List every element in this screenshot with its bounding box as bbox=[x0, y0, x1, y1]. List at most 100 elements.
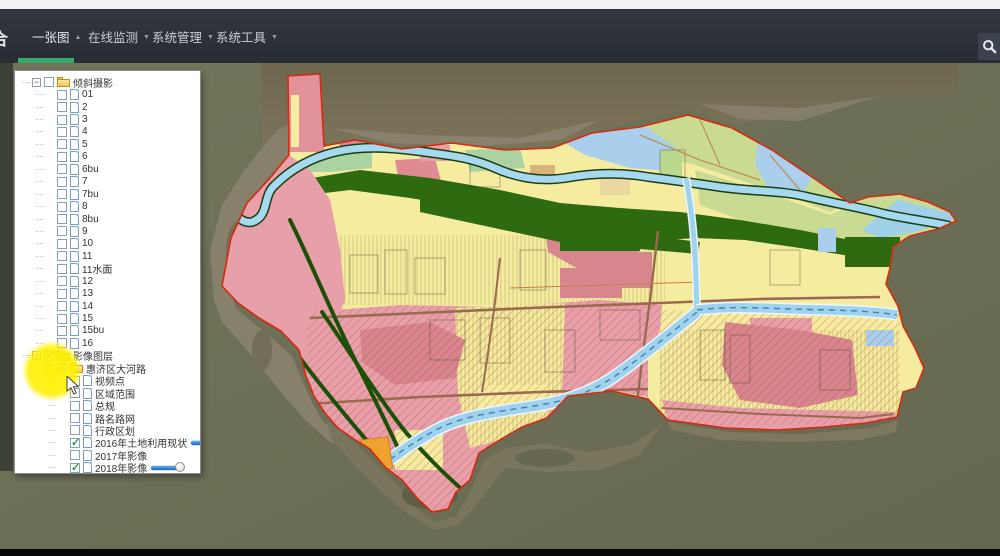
checkbox-unchecked[interactable] bbox=[57, 189, 67, 199]
checkbox-unchecked[interactable] bbox=[70, 413, 80, 423]
tree-node-11[interactable]: 8bu bbox=[15, 213, 200, 225]
tree-connector bbox=[49, 467, 56, 468]
checkbox-unchecked[interactable] bbox=[70, 401, 80, 411]
checkbox-unchecked[interactable] bbox=[57, 338, 67, 348]
layer-tree-panel: −倾斜摄影01234566bu77bu88bu9101111水面12131415… bbox=[14, 70, 201, 474]
layer-file-icon bbox=[70, 189, 79, 200]
expand-toggle-icon[interactable]: − bbox=[45, 364, 54, 373]
checkbox-unchecked[interactable] bbox=[57, 314, 67, 324]
checkbox-unchecked[interactable] bbox=[57, 289, 67, 299]
tree-node-6[interactable]: 6 bbox=[15, 151, 200, 163]
menu-item-0[interactable]: 一张图▲ bbox=[32, 9, 81, 63]
checkbox-unchecked[interactable] bbox=[57, 102, 67, 112]
checkbox-checked[interactable] bbox=[70, 438, 80, 448]
tree-node-17[interactable]: 13 bbox=[15, 287, 200, 299]
checkbox-checked[interactable] bbox=[70, 463, 80, 473]
checkbox-unchecked[interactable] bbox=[57, 139, 67, 149]
checkbox-unchecked[interactable] bbox=[57, 251, 67, 261]
tree-node-20[interactable]: 15bu bbox=[15, 325, 200, 337]
checkbox-unchecked[interactable] bbox=[44, 77, 54, 87]
checkbox-unchecked[interactable] bbox=[57, 127, 67, 137]
checkbox-checked[interactable] bbox=[44, 351, 54, 361]
checkbox-unchecked[interactable] bbox=[57, 164, 67, 174]
checkbox-unchecked[interactable] bbox=[70, 450, 80, 460]
folder-icon bbox=[70, 363, 83, 373]
opacity-slider[interactable] bbox=[191, 438, 201, 447]
tree-connector bbox=[36, 293, 43, 294]
checkbox-unchecked[interactable] bbox=[57, 115, 67, 125]
checkbox-unchecked[interactable] bbox=[57, 214, 67, 224]
logo-partial-text: 合 bbox=[0, 25, 13, 50]
folder-icon bbox=[57, 77, 70, 87]
tree-node-3[interactable]: 3 bbox=[15, 113, 200, 125]
checkbox-unchecked[interactable] bbox=[57, 264, 67, 274]
checkbox-unchecked[interactable] bbox=[70, 425, 80, 435]
tree-node-label: 2 bbox=[82, 102, 88, 113]
checkbox-unchecked[interactable] bbox=[57, 301, 67, 311]
layer-file-icon bbox=[83, 450, 92, 461]
tree-node-7[interactable]: 6bu bbox=[15, 163, 200, 175]
tree-connector bbox=[36, 206, 43, 207]
slider-handle[interactable] bbox=[175, 462, 185, 472]
checkbox-unchecked[interactable] bbox=[70, 376, 80, 386]
chevron-down-icon: ▼ bbox=[143, 34, 150, 41]
tree-node-label: 7 bbox=[82, 176, 88, 187]
checkbox-unchecked[interactable] bbox=[57, 326, 67, 336]
checkbox-unchecked[interactable] bbox=[57, 177, 67, 187]
checkbox-unchecked[interactable] bbox=[57, 226, 67, 236]
checkbox-checked[interactable] bbox=[57, 363, 67, 373]
tree-connector bbox=[36, 107, 43, 108]
tree-connector bbox=[36, 231, 43, 232]
layer-file-icon bbox=[70, 114, 79, 125]
tree-connector bbox=[36, 368, 43, 369]
tree-node-19[interactable]: 15 bbox=[15, 312, 200, 324]
tree-node-label: 16 bbox=[82, 338, 93, 349]
tree-node-9[interactable]: 7bu bbox=[15, 188, 200, 200]
checkbox-unchecked[interactable] bbox=[70, 388, 80, 398]
tree-node-31[interactable]: 2018年影像 bbox=[15, 462, 200, 474]
tree-node-8[interactable]: 7 bbox=[15, 176, 200, 188]
checkbox-unchecked[interactable] bbox=[57, 90, 67, 100]
tree-node-4[interactable]: 4 bbox=[15, 126, 200, 138]
search-button[interactable] bbox=[978, 33, 1000, 60]
checkbox-unchecked[interactable] bbox=[57, 202, 67, 212]
expand-toggle-icon[interactable]: − bbox=[32, 78, 41, 87]
tree-connector bbox=[49, 442, 56, 443]
map-left-shade bbox=[0, 63, 13, 471]
menu-item-3[interactable]: 系统工具▼ bbox=[216, 9, 278, 63]
tree-node-1[interactable]: 01 bbox=[15, 88, 200, 100]
expand-toggle-icon[interactable]: − bbox=[32, 351, 41, 360]
tree-connector bbox=[49, 405, 56, 406]
tree-node-label: 15bu bbox=[82, 325, 104, 336]
tree-node-label: 15 bbox=[82, 313, 93, 324]
tree-connector bbox=[36, 94, 43, 95]
tree-connector bbox=[36, 281, 43, 282]
layer-file-icon bbox=[70, 288, 79, 299]
menu-item-2[interactable]: 系统管理▼ bbox=[152, 9, 214, 63]
layer-tree: −倾斜摄影01234566bu77bu88bu9101111水面12131415… bbox=[15, 76, 200, 474]
tree-node-0[interactable]: −倾斜摄影 bbox=[15, 76, 200, 88]
checkbox-unchecked[interactable] bbox=[57, 276, 67, 286]
layer-file-icon bbox=[83, 375, 92, 386]
layer-file-icon bbox=[70, 201, 79, 212]
tree-node-10[interactable]: 8 bbox=[15, 200, 200, 212]
tree-node-13[interactable]: 10 bbox=[15, 238, 200, 250]
checkbox-unchecked[interactable] bbox=[57, 152, 67, 162]
tree-node-15[interactable]: 11水面 bbox=[15, 263, 200, 275]
tree-node-label: 14 bbox=[82, 301, 93, 312]
tree-connector bbox=[49, 455, 56, 456]
tree-node-12[interactable]: 9 bbox=[15, 225, 200, 237]
menu-label: 系统管理 bbox=[152, 27, 202, 46]
tree-node-18[interactable]: 14 bbox=[15, 300, 200, 312]
tree-node-label: 9 bbox=[82, 226, 88, 237]
tree-connector bbox=[36, 194, 43, 195]
tree-connector bbox=[36, 306, 43, 307]
tree-node-label: 12 bbox=[82, 276, 93, 287]
tree-node-label: 5 bbox=[82, 139, 88, 150]
tree-node-2[interactable]: 2 bbox=[15, 101, 200, 113]
menu-item-1[interactable]: 在线监测▼ bbox=[88, 9, 150, 63]
tree-node-16[interactable]: 12 bbox=[15, 275, 200, 287]
opacity-slider[interactable] bbox=[151, 463, 181, 472]
checkbox-unchecked[interactable] bbox=[57, 239, 67, 249]
tree-node-5[interactable]: 5 bbox=[15, 138, 200, 150]
